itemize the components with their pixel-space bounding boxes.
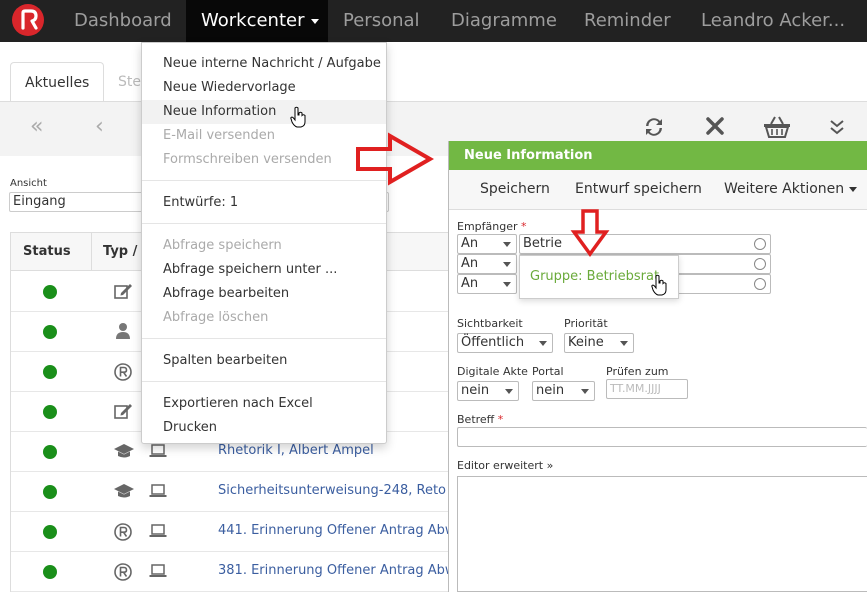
menu-save-query-as[interactable]: Abfrage speichern unter ...: [142, 258, 386, 282]
digital-file-select[interactable]: nein: [457, 381, 519, 401]
menu-delete-query: Abfrage löschen: [163, 310, 269, 325]
registered-icon: [113, 362, 135, 382]
check-date-label: Prüfen zum: [606, 365, 669, 378]
nav-dashboard[interactable]: Dashboard: [58, 0, 182, 42]
recipient-mode-select[interactable]: An: [457, 274, 517, 294]
dialog-title: Neue Information: [449, 141, 867, 170]
annotation-arrow-down-icon: [570, 209, 610, 257]
portal-label: Portal: [532, 365, 564, 378]
status-indicator: [43, 285, 57, 299]
top-navbar: Dashboard Workcenter Personal Diagramme …: [0, 0, 867, 42]
status-indicator: [43, 405, 57, 419]
digital-file-label: Digitale Akte: [457, 365, 528, 378]
chevron-down-icon: [310, 18, 319, 24]
nav-personal[interactable]: Personal: [328, 0, 434, 42]
check-date-input[interactable]: TT.MM.JJJJ: [606, 379, 688, 399]
clear-icon[interactable]: [754, 258, 766, 270]
nav-user-menu[interactable]: Leandro Acker...: [686, 0, 867, 42]
menu-send-form-letter: Formschreiben versenden: [163, 152, 332, 167]
row-title-link[interactable]: 381. Erinnerung Offener Antrag Abwes: [218, 563, 450, 578]
laptop-icon: [149, 524, 167, 540]
suggestion-item[interactable]: Gruppe: Betriebsrat: [530, 269, 659, 284]
menu-export-excel[interactable]: Exportieren nach Excel: [142, 392, 386, 416]
nav-reminder[interactable]: Reminder: [569, 0, 681, 42]
edit-icon: [113, 402, 135, 422]
menu-send-email: E-Mail versenden: [163, 128, 275, 143]
menu-drafts[interactable]: Entwürfe: 1: [142, 191, 386, 215]
double-chevron-down-icon[interactable]: [828, 117, 846, 142]
view-label: Ansicht: [10, 178, 47, 189]
subject-input[interactable]: [457, 427, 867, 447]
recipients-label: Empfänger *: [457, 220, 527, 233]
more-actions-button[interactable]: Weitere Aktionen: [724, 181, 858, 197]
dialog-toolbar: Speichern Entwurf speichern Weitere Akti…: [449, 170, 867, 210]
status-indicator: [43, 445, 57, 459]
menu-divider: [142, 180, 386, 181]
column-divider: [91, 233, 92, 271]
clear-icon[interactable]: [754, 278, 766, 290]
menu-print[interactable]: Drucken: [142, 416, 386, 440]
row-title-link[interactable]: Rhetorik I, Albert Ampel: [218, 443, 450, 458]
menu-divider: [142, 381, 386, 382]
registered-icon: [113, 562, 135, 582]
nav-workcenter[interactable]: Workcenter: [186, 0, 328, 42]
status-indicator: [43, 325, 57, 339]
previous-page-icon[interactable]: ‹: [95, 114, 104, 139]
first-page-icon[interactable]: «: [30, 114, 43, 139]
laptop-icon: [149, 444, 167, 460]
portal-select[interactable]: nein: [532, 381, 595, 401]
priority-select[interactable]: Keine: [564, 333, 634, 353]
nav-diagramme[interactable]: Diagramme: [436, 0, 566, 42]
menu-new-resubmission[interactable]: Neue Wiedervorlage: [142, 76, 386, 100]
table-row[interactable]: Sicherheitsunterweisung-248, Reto Far: [11, 472, 451, 512]
menu-edit-query[interactable]: Abfrage bearbeiten: [142, 282, 386, 306]
row-title-link[interactable]: Sicherheitsunterweisung-248, Reto Far: [218, 483, 450, 498]
app-logo[interactable]: [12, 4, 44, 36]
save-draft-button[interactable]: Entwurf speichern: [575, 181, 702, 197]
hand-cursor-icon: [290, 106, 306, 128]
double-chevron-down-icon: »: [546, 459, 554, 472]
editor-extended-toggle[interactable]: Editor erweitert »: [457, 459, 553, 472]
status-indicator: [43, 365, 57, 379]
tab-aktuelles[interactable]: Aktuelles: [10, 62, 105, 102]
annotation-arrow-right-icon: [356, 132, 434, 186]
visibility-label: Sichtbarkeit: [457, 317, 523, 330]
menu-save-query: Abfrage speichern: [163, 238, 282, 253]
status-indicator: [43, 565, 57, 579]
save-button[interactable]: Speichern: [480, 181, 550, 197]
recipient-mode-select[interactable]: An: [457, 254, 517, 274]
visibility-select[interactable]: Öffentlich: [457, 333, 553, 353]
menu-new-information[interactable]: Neue Information: [142, 100, 386, 124]
workcenter-dropdown-menu: Neue interne Nachricht / Aufgabe Neue Wi…: [141, 42, 387, 444]
row-title-link[interactable]: 441. Erinnerung Offener Antrag Abwes: [218, 523, 450, 538]
table-row[interactable]: 381. Erinnerung Offener Antrag Abwes: [11, 552, 451, 592]
menu-divider: [142, 223, 386, 224]
priority-label: Priorität: [564, 317, 608, 330]
recipient-mode-select[interactable]: An: [457, 234, 517, 254]
graduation-cap-icon: [113, 482, 135, 502]
laptop-icon: [149, 484, 167, 500]
tabs-bar: Aktuelles Steh: [0, 42, 867, 102]
edit-icon: [113, 282, 135, 302]
close-icon[interactable]: [705, 116, 725, 142]
registered-icon: [113, 522, 135, 542]
menu-edit-columns[interactable]: Spalten bearbeiten: [142, 349, 386, 373]
subject-label: Betreff *: [457, 413, 504, 426]
person-icon: [113, 322, 135, 342]
status-indicator: [43, 485, 57, 499]
menu-divider: [142, 338, 386, 339]
chevron-down-icon: [849, 186, 858, 192]
column-status[interactable]: Status: [23, 244, 71, 259]
clear-icon[interactable]: [754, 238, 766, 250]
message-editor[interactable]: [457, 476, 867, 592]
recipient-input[interactable]: Betrie: [519, 234, 771, 254]
menu-new-internal-message[interactable]: Neue interne Nachricht / Aufgabe: [142, 52, 386, 76]
graduation-cap-icon: [113, 442, 135, 462]
table-row[interactable]: 441. Erinnerung Offener Antrag Abwes: [11, 512, 451, 552]
status-indicator: [43, 525, 57, 539]
laptop-icon: [149, 564, 167, 580]
hand-cursor-icon: [651, 274, 667, 296]
